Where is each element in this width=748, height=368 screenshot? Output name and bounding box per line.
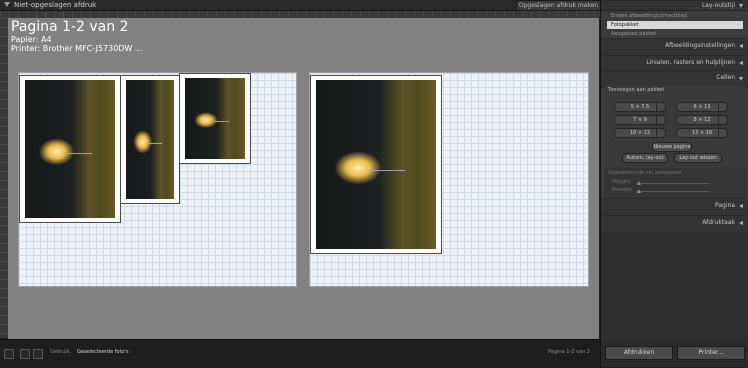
print-button[interactable]: Afdrukken — [605, 346, 673, 360]
expand-triangle-icon — [739, 4, 743, 8]
image-settings-title: Afbeeldingsinstellingen — [665, 42, 735, 49]
photo-detail — [211, 120, 230, 122]
print-job-title: Afdruktaak — [702, 219, 735, 226]
document-title: Niet-opgeslagen afdruk — [14, 1, 97, 9]
view-toggle-icon[interactable] — [4, 349, 14, 359]
use-label: Gebruik: — [50, 349, 72, 355]
width-label: Breedte — [612, 187, 632, 193]
page-title: Pagina 1-2 van 2 — [11, 19, 129, 35]
photo-thumbnail — [185, 78, 245, 159]
photo-cell[interactable] — [120, 75, 180, 204]
layout-option-custom-package[interactable]: Aangepast pakket — [607, 30, 743, 38]
photo-cell[interactable] — [19, 75, 121, 223]
photo-cell[interactable] — [179, 73, 251, 164]
collapsed-triangle-icon — [739, 44, 743, 48]
photo-thumbnail — [25, 80, 115, 218]
height-slider-knob[interactable] — [637, 181, 641, 185]
width-slider[interactable] — [636, 191, 710, 192]
adjust-cell-label: Geselecteerde cel aanpassen — [608, 170, 682, 176]
paper-info: Papier: A4 — [11, 35, 52, 44]
layout-style-title: Lay-outstijl — [701, 2, 735, 9]
rulers-title: Linialen, rasters en hulplijnen — [646, 59, 735, 66]
cell-size-dropdown[interactable] — [656, 128, 666, 138]
photo-thumbnail — [126, 80, 174, 199]
cells-section: Toevoegen aan pakket 5 × 7,5 6 × 13 7 × … — [604, 86, 746, 168]
bottom-toolbar: Gebruik: Geselecteerde foto's Pagina 1-2… — [0, 339, 600, 368]
height-label: Hoogte — [612, 179, 631, 185]
page-1 — [18, 72, 297, 287]
add-to-package-label: Toevoegen aan pakket — [608, 87, 665, 93]
panel-empty-area — [601, 232, 748, 340]
printer-button[interactable]: Printer... — [677, 346, 745, 360]
right-panel: Lay-outstijl Enkele afbeelding/contactbl… — [600, 0, 748, 367]
print-canvas — [8, 18, 599, 339]
image-settings-header[interactable]: Afbeeldingsinstellingen — [601, 38, 748, 56]
cells-title: Cellen — [716, 74, 735, 81]
auto-layout-button[interactable]: Autom. lay-out — [622, 153, 668, 163]
photo-detail — [368, 169, 405, 171]
collapsed-triangle-icon — [739, 61, 743, 65]
cell-size-dropdown[interactable] — [656, 115, 666, 125]
new-page-button[interactable]: Nieuwe pagina — [652, 142, 692, 152]
page-count: Pagina 1-2 van 2 — [548, 349, 590, 355]
print-buttons-bar: Afdrukken Printer... — [601, 340, 748, 367]
collapsed-triangle-icon — [739, 221, 743, 225]
height-slider[interactable] — [636, 183, 710, 184]
layout-option-picture-package[interactable]: Fotopakket — [607, 21, 743, 29]
collapse-triangle-icon[interactable] — [4, 2, 10, 7]
layout-option-single[interactable]: Enkele afbeelding/contactblad — [607, 12, 743, 20]
page-2 — [309, 72, 589, 287]
cell-size-dropdown[interactable] — [656, 102, 666, 112]
previous-page-icon[interactable] — [20, 349, 30, 359]
width-slider-knob[interactable] — [637, 189, 641, 193]
page-section-title: Pagina — [715, 202, 735, 209]
adjust-cell-section: Geselecteerde cel aanpassen Hoogte Breed… — [604, 168, 746, 198]
printer-info: Printer: Brother MFC-J5730DW ... — [11, 44, 143, 53]
photo-detail — [147, 143, 162, 145]
layout-style-header[interactable]: Lay-outstijl — [601, 0, 748, 11]
clear-layout-button[interactable]: Lay-out wissen — [674, 153, 722, 163]
photo-cell[interactable] — [310, 75, 442, 254]
print-job-header[interactable]: Afdruktaak — [601, 215, 748, 233]
expand-triangle-icon — [739, 77, 743, 81]
cell-size-dropdown[interactable] — [718, 102, 728, 112]
next-page-icon[interactable] — [33, 349, 43, 359]
left-ruler — [0, 18, 8, 338]
cell-size-dropdown[interactable] — [718, 128, 728, 138]
page-header[interactable]: Pagina — [601, 198, 748, 216]
use-dropdown[interactable]: Geselecteerde foto's — [77, 349, 129, 355]
photo-detail — [64, 153, 92, 155]
page-info-overlay: Pagina 1-2 van 2 Papier: A4 Printer: Bro… — [11, 19, 143, 53]
collapsed-triangle-icon — [739, 204, 743, 208]
photo-thumbnail — [316, 80, 436, 249]
create-saved-print-button[interactable]: Opgeslagen afdruk maken — [516, 0, 601, 11]
cell-size-dropdown[interactable] — [718, 115, 728, 125]
